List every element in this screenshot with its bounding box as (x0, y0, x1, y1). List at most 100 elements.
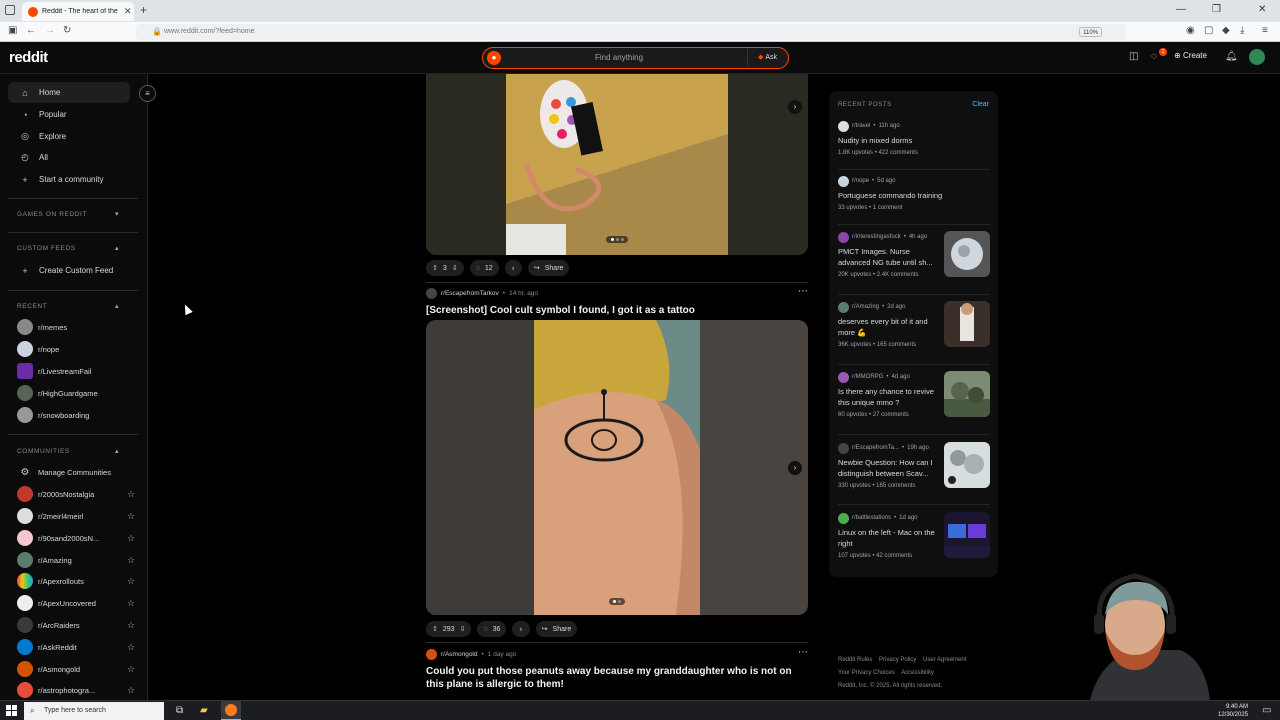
more-options-icon[interactable]: ⋯ (798, 286, 808, 297)
address-bar[interactable]: 🔒 www.reddit.com/?feed=home 110% (136, 24, 1126, 40)
community-item[interactable]: r/ApexUncovered ☆ (17, 594, 137, 612)
create-button[interactable]: ⊕ Create (1174, 51, 1207, 60)
pocket-icon[interactable]: ▢ (1204, 25, 1213, 36)
custom-feeds-section-header[interactable]: CUSTOM FEEDS ▴ (17, 245, 119, 252)
zoom-level[interactable]: 110% (1079, 27, 1102, 37)
sidebar-item-home[interactable]: ⌂ Home (8, 82, 130, 103)
new-tab-icon[interactable]: + (140, 3, 147, 17)
reddit-logo[interactable]: reddit (9, 49, 48, 66)
star-icon[interactable]: ☆ (127, 511, 137, 522)
community-item[interactable]: r/2meirl4meirl ☆ (17, 507, 137, 525)
downvote-icon[interactable]: ⇩ (452, 264, 458, 272)
vote-control[interactable]: ⇧ 293 ⇩ (426, 621, 472, 637)
recent-item[interactable]: r/snowboarding (17, 406, 137, 424)
carousel-next-icon[interactable]: › (788, 100, 802, 114)
task-view-icon[interactable]: ⧉ (176, 705, 183, 716)
star-icon[interactable]: ☆ (127, 620, 137, 631)
minimize-icon[interactable]: — (1176, 4, 1186, 15)
recent-item[interactable]: r/nope (17, 340, 137, 358)
recent-item[interactable]: r/memes (17, 318, 137, 336)
comments-button[interactable]: ◌ 36 (477, 621, 507, 637)
subreddit-avatar[interactable] (426, 649, 437, 660)
search-bar[interactable]: ● Find anything ◆ Ask (482, 47, 789, 69)
post-subreddit[interactable]: r/Asmongold (441, 651, 478, 658)
system-clock[interactable]: 9:40 AM 12/30/2025 (1218, 703, 1248, 719)
share-button[interactable]: ↪ Share (527, 260, 570, 276)
star-icon[interactable]: ☆ (127, 576, 137, 587)
community-item[interactable]: r/astrophotogra... ☆ (17, 681, 137, 699)
footer-link[interactable]: Privacy Policy (879, 657, 916, 663)
post-subreddit[interactable]: r/EscapefromTarkov (441, 290, 499, 297)
recent-item[interactable]: r/HighGuardgame (17, 384, 137, 402)
carousel-next-icon[interactable]: › (788, 461, 802, 475)
community-item[interactable]: r/Asmongold ☆ (17, 660, 137, 678)
sidebar-item-start-community[interactable]: + Start a community (8, 169, 130, 190)
back-icon[interactable]: ← (26, 25, 36, 36)
community-item[interactable]: r/AskReddit ☆ (17, 638, 137, 656)
notification-bell-icon[interactable]: 🔔︎ (1225, 51, 1238, 62)
user-avatar[interactable] (1249, 49, 1265, 65)
sidebar-item-all[interactable]: ◴ All (8, 147, 130, 168)
star-icon[interactable]: ☆ (127, 489, 137, 500)
close-window-icon[interactable]: ✕ (1258, 4, 1266, 15)
community-item[interactable]: r/2000sNostalgia ☆ (17, 485, 137, 503)
recent-section-header[interactable]: RECENT ▴ (17, 303, 119, 310)
forward-icon[interactable]: → (45, 25, 55, 36)
upvote-icon[interactable]: ⇧ (432, 264, 438, 272)
post-media[interactable]: › (426, 320, 808, 615)
menu-icon[interactable]: ≡ (1262, 25, 1268, 36)
star-icon[interactable]: ☆ (127, 533, 137, 544)
upvote-icon[interactable]: ⇧ (432, 625, 438, 633)
more-options-icon[interactable]: ⋯ (798, 647, 808, 658)
post-title[interactable]: [Screenshot] Cool cult symbol I found, I… (426, 304, 806, 317)
close-tab-icon[interactable]: ✕ (124, 6, 134, 17)
downvote-icon[interactable]: ⇩ (460, 625, 466, 633)
windows-start-icon[interactable] (6, 705, 17, 716)
notifications-icon[interactable]: ▭ (1262, 705, 1271, 716)
footer-link[interactable]: Your Privacy Choices (838, 670, 895, 676)
footer-link[interactable]: Reddit Rules (838, 657, 872, 663)
community-item[interactable]: r/90sand2000sN... ☆ (17, 529, 137, 547)
community-item[interactable]: r/ArcRaiders ☆ (17, 616, 137, 634)
taskbar-search[interactable]: ⌕ Type here to search (24, 702, 164, 720)
community-item[interactable]: r/Amazing ☆ (17, 551, 137, 569)
firefox-taskbar-icon[interactable] (221, 701, 241, 720)
recent-post[interactable]: r/Amazing • 2d ago deserves every bit of i… (838, 301, 990, 348)
download-icon[interactable]: ⤓ (1240, 25, 1244, 36)
recent-post[interactable]: r/EscapefromTa... • 19h ago Newbie Questio… (838, 442, 990, 489)
browser-sidebar-icon[interactable] (5, 5, 15, 15)
extension-icon[interactable]: ◉ (1186, 25, 1195, 36)
vote-control[interactable]: ⇧ 3 ⇩ (426, 260, 464, 276)
addon-icon[interactable]: ◆ (1222, 25, 1230, 36)
recent-post[interactable]: r/interestingasfuck • 4h ago PMCT Images. … (838, 231, 990, 278)
star-icon[interactable]: ☆ (127, 642, 137, 653)
star-icon[interactable]: ☆ (127, 598, 137, 609)
ad-icon[interactable]: ◫ (1129, 51, 1138, 62)
reload-icon[interactable]: ↻ (63, 25, 71, 36)
recent-post[interactable]: r/travel • 11h ago Nudity in mixed dorms 1… (838, 120, 990, 156)
recent-post[interactable]: r/MMORPG • 4d ago Is there any chance to r… (838, 371, 990, 418)
games-section-header[interactable]: GAMES ON REDDIT ▾ (17, 211, 119, 218)
bookmark-panel-icon[interactable]: ▣ (8, 25, 17, 36)
footer-link[interactable]: User Agreement (923, 657, 966, 663)
star-icon[interactable]: ☆ (127, 555, 137, 566)
post-media[interactable]: › (426, 74, 808, 255)
star-icon[interactable]: ☆ (127, 685, 137, 696)
browser-tab[interactable]: Reddit - The heart of the intern ✕ (22, 2, 134, 21)
clear-button[interactable]: Clear (972, 101, 989, 108)
star-icon[interactable]: ☆ (127, 664, 137, 675)
create-custom-feed-button[interactable]: + Create Custom Feed (8, 260, 130, 281)
chat-icon[interactable]: ◌ (1151, 51, 1157, 62)
restore-icon[interactable]: ❐ (1212, 4, 1221, 15)
recent-post[interactable]: r/nope • 5d ago Portuguese commando traini… (838, 175, 990, 211)
footer-link[interactable]: Accessibility (901, 670, 934, 676)
manage-communities-button[interactable]: ⚙ Manage Communities (17, 463, 137, 481)
share-button[interactable]: ↪ Share (535, 621, 578, 637)
sidebar-item-popular[interactable]: ◔ Popular (8, 104, 130, 125)
award-button[interactable]: ♁ (504, 260, 522, 276)
award-button[interactable]: ♁ (512, 621, 530, 637)
comments-button[interactable]: ◌ 12 (469, 260, 499, 276)
post-title[interactable]: Could you put those peanuts away because… (426, 665, 806, 691)
file-explorer-icon[interactable]: ▰ (200, 705, 208, 716)
subreddit-avatar[interactable] (426, 288, 437, 299)
